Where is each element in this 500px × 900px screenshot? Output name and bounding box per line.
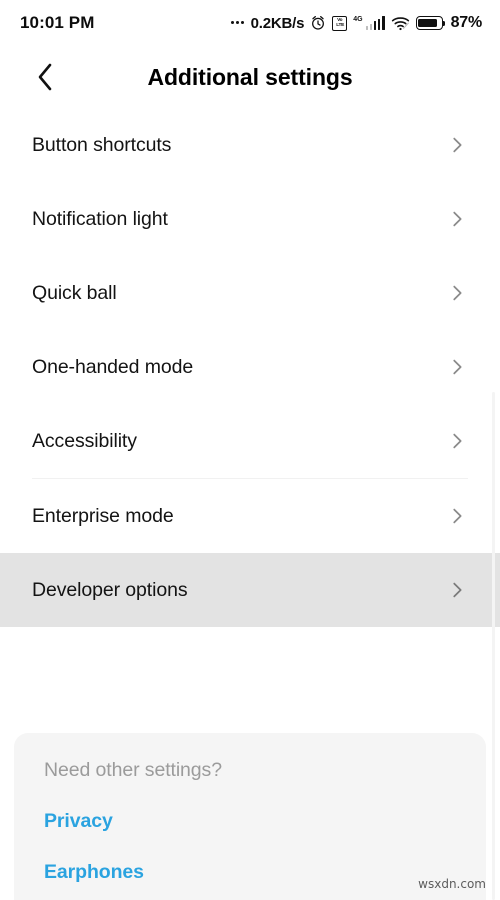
status-clock: 10:01 PM [20, 13, 95, 32]
volte-icon: Vo LTE [332, 15, 348, 31]
chevron-right-icon [453, 211, 462, 227]
chevron-right-icon [453, 285, 462, 301]
list-item-accessibility[interactable]: Accessibility [0, 404, 500, 478]
cellular-signal-icon: 4G [353, 16, 385, 30]
need-other-settings-card: Need other settings? Privacy Earphones [14, 733, 486, 900]
chevron-right-icon [453, 359, 462, 375]
list-item-label: Accessibility [32, 429, 137, 452]
chevron-right-icon [453, 582, 462, 598]
battery-icon [415, 16, 446, 30]
list-item-label: Button shortcuts [32, 133, 172, 156]
notification-dots-icon [230, 20, 244, 26]
list-item-label: Enterprise mode [32, 504, 174, 527]
watermark: wsxdn.com [418, 877, 486, 891]
list-item-enterprise-mode[interactable]: Enterprise mode [0, 479, 500, 553]
link-privacy[interactable]: Privacy [44, 810, 113, 833]
network-generation-label: 4G [353, 16, 363, 23]
chevron-right-icon [453, 433, 462, 449]
back-chevron-icon [38, 63, 52, 91]
alarm-icon [312, 16, 325, 30]
app-bar: Additional settings [0, 46, 500, 108]
list-item-developer-options[interactable]: Developer options [0, 553, 500, 627]
network-speed-label: 0.2KB/s [250, 14, 305, 32]
volte-bottom-text: LTE [335, 22, 344, 28]
signal-bars-icon [365, 16, 385, 30]
chevron-right-icon [453, 137, 462, 153]
chevron-right-icon [453, 508, 462, 524]
battery-fill [418, 18, 438, 28]
card-heading: Need other settings? [44, 759, 222, 781]
battery-percent-label: 87% [450, 14, 483, 31]
status-bar: 10:01 PM 0.2KB/s Vo LTE 4G 87% [0, 0, 500, 46]
list-item-quick-ball[interactable]: Quick ball [0, 256, 500, 330]
settings-list: Button shortcuts Notification light Quic… [0, 108, 500, 627]
vertical-scrollbar[interactable] [492, 392, 495, 900]
wifi-icon [391, 16, 409, 30]
page-title: Additional settings [147, 63, 353, 90]
status-icons: 0.2KB/s Vo LTE 4G 87% [230, 14, 483, 32]
list-item-label: Developer options [32, 578, 188, 601]
list-item-notification-light[interactable]: Notification light [0, 182, 500, 256]
list-item-label: Quick ball [32, 281, 117, 304]
link-earphones[interactable]: Earphones [44, 861, 144, 884]
back-button[interactable] [22, 54, 68, 100]
list-item-button-shortcuts[interactable]: Button shortcuts [0, 108, 500, 182]
list-item-label: Notification light [32, 207, 168, 230]
list-item-label: One-handed mode [32, 355, 194, 378]
list-item-one-handed-mode[interactable]: One-handed mode [0, 330, 500, 404]
